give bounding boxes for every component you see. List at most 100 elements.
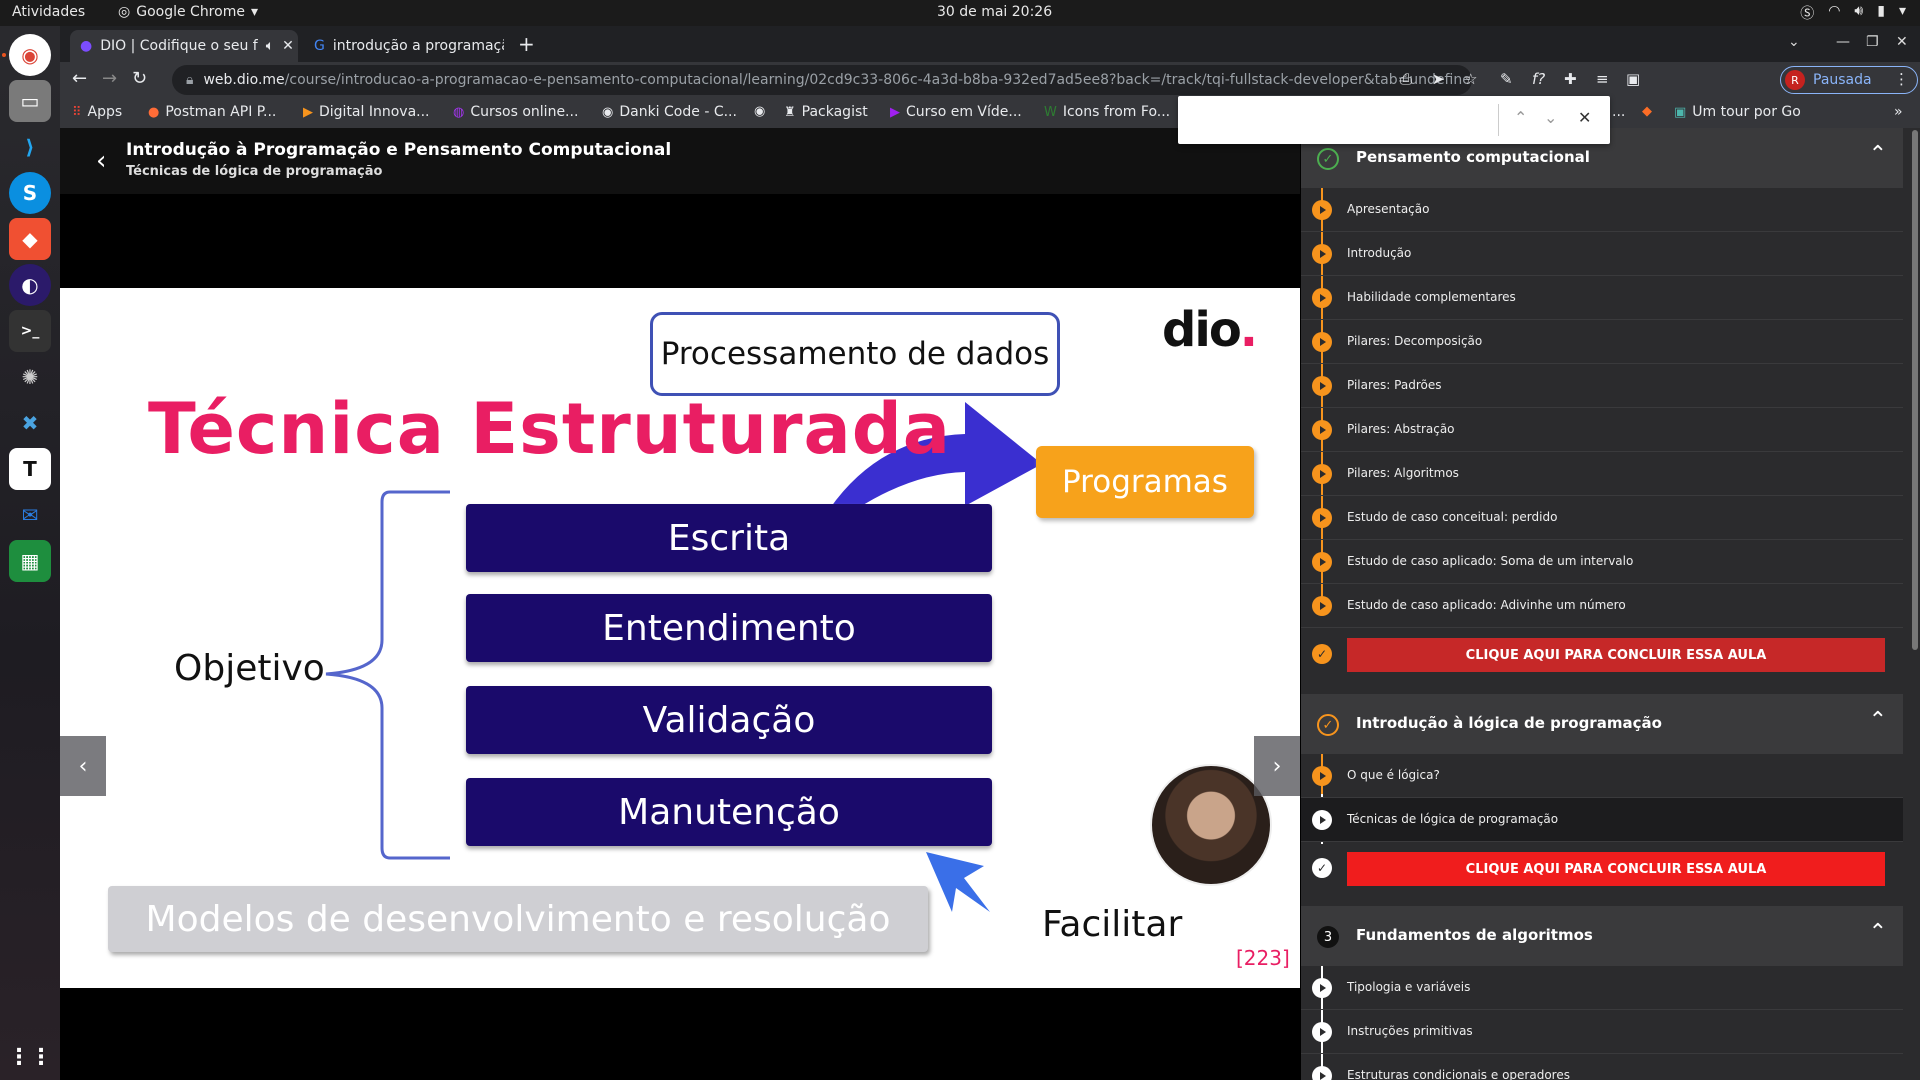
lesson-title: Técnicas de lógica de programação	[126, 164, 383, 179]
tab-google[interactable]: G introdução a programaçã ✕	[304, 30, 504, 62]
eyedropper-icon[interactable]: ✎	[1500, 70, 1513, 88]
close-tab-icon[interactable]: ✕	[282, 38, 294, 54]
check-circle-icon: ✓	[1317, 714, 1339, 736]
chrome-dock-icon[interactable]: ◉	[9, 34, 51, 76]
lessons-sidebar[interactable]: ✓ Pensamento computacional ⌃ Apresentaçã…	[1301, 128, 1920, 1080]
lesson-item[interactable]: Pilares: Algoritmos	[1301, 452, 1903, 496]
install-app-icon[interactable]: ⎙	[1400, 70, 1412, 88]
lesson-item[interactable]: Tipologia e variáveis	[1301, 966, 1903, 1010]
bookmark-tour[interactable]: ▣ Um tour por Go	[1674, 104, 1801, 120]
next-slide-button[interactable]: ›	[1254, 736, 1300, 796]
section-header[interactable]: ✓ Introdução à lógica de programação ⌃	[1301, 694, 1903, 754]
lesson-label: Tipologia e variáveis	[1347, 980, 1471, 994]
kebab-menu-icon[interactable]: ⋮	[1894, 70, 1909, 88]
bookmark-apps[interactable]: ⠿ Apps	[72, 104, 122, 120]
chevron-up-icon[interactable]: ⌃	[1869, 708, 1887, 733]
sidebar-scrollbar[interactable]	[1910, 128, 1920, 1080]
lesson-item[interactable]: Estruturas condicionais e operadores	[1301, 1054, 1903, 1080]
lesson-item[interactable]: Habilidade complementares	[1301, 276, 1903, 320]
find-next-icon[interactable]: ⌄	[1544, 108, 1557, 127]
extensions-icon[interactable]: ✚	[1564, 70, 1577, 88]
restore-button[interactable]: ❐	[1866, 34, 1879, 50]
close-window-button[interactable]: ✕	[1896, 34, 1908, 50]
activities-button[interactable]: Atividades	[12, 4, 85, 20]
prev-slide-button[interactable]: ‹	[60, 736, 106, 796]
bookmark-cursoemvideo[interactable]: ▶ Curso em Víde...	[890, 104, 1022, 120]
forward-button[interactable]: →	[102, 68, 117, 89]
side-panel-icon[interactable]: ▣	[1626, 70, 1640, 88]
typora-dock-icon[interactable]: T	[9, 448, 51, 490]
section-header[interactable]: 3 Fundamentos de algoritmos ⌃	[1301, 906, 1903, 966]
postman-icon: ●	[148, 104, 160, 120]
reload-button[interactable]: ↻	[132, 68, 147, 89]
play-node-icon	[1312, 1066, 1332, 1080]
bookmark-truncated[interactable]: ...	[1612, 104, 1625, 120]
show-apps-icon[interactable]: ⋮⋮	[8, 1036, 52, 1078]
back-arrow-icon[interactable]: ‹	[96, 146, 106, 176]
find-input[interactable]	[1188, 106, 1488, 134]
lesson-item[interactable]: Apresentação	[1301, 188, 1903, 232]
tools-dock-icon[interactable]: ✖	[9, 402, 51, 444]
bookmark-dio[interactable]: ▶ Digital Innova...	[303, 104, 430, 120]
bookmark-udemy[interactable]: ◍ Cursos online...	[453, 104, 578, 120]
back-button[interactable]: ←	[72, 68, 87, 89]
dio-icon: ▶	[303, 104, 313, 120]
eclipse-dock-icon[interactable]: ◐	[9, 264, 51, 306]
bookmark-star-icon[interactable]: ☆	[1464, 70, 1477, 88]
git-dock-icon[interactable]: ◆	[9, 218, 51, 260]
lesson-item[interactable]: Instruções primitivas	[1301, 1010, 1903, 1054]
conclude-lesson-button[interactable]: CLIQUE AQUI PARA CONCLUIR ESSA AULA	[1347, 852, 1885, 886]
audio-playing-icon[interactable]: 🔈︎	[266, 38, 274, 54]
lesson-label: Estudo de caso aplicado: Soma de um inte…	[1347, 554, 1634, 568]
power-menu-icon[interactable]: ▾	[1899, 3, 1906, 23]
gear-app-dock-icon[interactable]: ✺	[9, 356, 51, 398]
bookmark-label: ...	[1612, 104, 1626, 120]
vscode-dock-icon[interactable]: ⟩	[9, 126, 51, 168]
validacao-box: Validação	[466, 686, 992, 754]
lesson-item[interactable]: Estudo de caso aplicado: Adivinhe um núm…	[1301, 584, 1903, 628]
lesson-item[interactable]: O que é lógica?	[1301, 754, 1903, 798]
bookmark-icons[interactable]: W Icons from Fo...	[1044, 104, 1170, 120]
bookmark-gitlab[interactable]: ◆	[1642, 104, 1652, 119]
lesson-item-current[interactable]: Técnicas de lógica de programação	[1301, 798, 1903, 842]
media-control-icon[interactable]: ≡	[1596, 70, 1609, 88]
address-bar[interactable]: 🔒︎ web.dio.me/course/introducao-a-progra…	[172, 65, 1472, 95]
lesson-item[interactable]: Pilares: Padrões	[1301, 364, 1903, 408]
video-slide[interactable]: dio. Processamento de dados Técnica Estr…	[60, 288, 1300, 988]
lesson-item[interactable]: Estudo de caso aplicado: Soma de um inte…	[1301, 540, 1903, 584]
lesson-item[interactable]: Introdução	[1301, 232, 1903, 276]
clock[interactable]: 30 de mai 20:26	[937, 4, 1052, 20]
tab-search-icon[interactable]: ⌄	[1788, 34, 1800, 50]
skype-dock-icon[interactable]: S	[9, 172, 51, 214]
minimize-button[interactable]: —	[1836, 34, 1850, 50]
bookmark-github[interactable]: ◉	[754, 104, 765, 119]
send-icon[interactable]: ➤	[1432, 70, 1445, 88]
terminal-dock-icon[interactable]: >_	[9, 310, 51, 352]
app-menu[interactable]: ◎ Google Chrome ▾	[118, 4, 258, 20]
skype-tray-icon[interactable]: Ⓢ	[1800, 3, 1814, 23]
conclude-lesson-button[interactable]: CLIQUE AQUI PARA CONCLUIR ESSA AULA	[1347, 638, 1885, 672]
spreadsheet-dock-icon[interactable]: ▦	[9, 540, 51, 582]
chrome-icon: ◎	[118, 4, 131, 20]
bookmark-postman[interactable]: ● Postman API P...	[148, 104, 276, 120]
tab-dio[interactable]: ● DIO | Codifique o seu f 🔈︎ ✕	[70, 30, 298, 62]
play-node-icon	[1312, 244, 1332, 264]
chevron-up-icon[interactable]: ⌃	[1869, 142, 1887, 167]
chevron-up-icon[interactable]: ⌃	[1869, 920, 1887, 945]
lesson-item[interactable]: Pilares: Abstração	[1301, 408, 1903, 452]
files-dock-icon[interactable]: ▭	[9, 80, 51, 122]
running-indicator	[2, 53, 6, 57]
system-tray[interactable]: Ⓢ ◠ 🔊︎ ▮ ▾	[1800, 3, 1906, 23]
scrollbar-thumb[interactable]	[1912, 130, 1918, 650]
bookmark-danki[interactable]: ◉ Danki Code - C...	[602, 104, 737, 120]
lesson-label: Pilares: Algoritmos	[1347, 466, 1459, 480]
more-bookmarks-icon[interactable]: »	[1894, 104, 1903, 120]
lesson-item[interactable]: Pilares: Decomposição	[1301, 320, 1903, 364]
find-previous-icon[interactable]: ⌃	[1514, 108, 1527, 127]
thunderbird-dock-icon[interactable]: ✉	[9, 494, 51, 536]
function-icon[interactable]: f?	[1532, 70, 1545, 88]
bookmark-packagist[interactable]: ♜ Packagist	[784, 104, 868, 120]
close-find-icon[interactable]: ✕	[1578, 108, 1591, 127]
new-tab-button[interactable]: +	[518, 32, 535, 56]
lesson-item[interactable]: Estudo de caso conceitual: perdido	[1301, 496, 1903, 540]
